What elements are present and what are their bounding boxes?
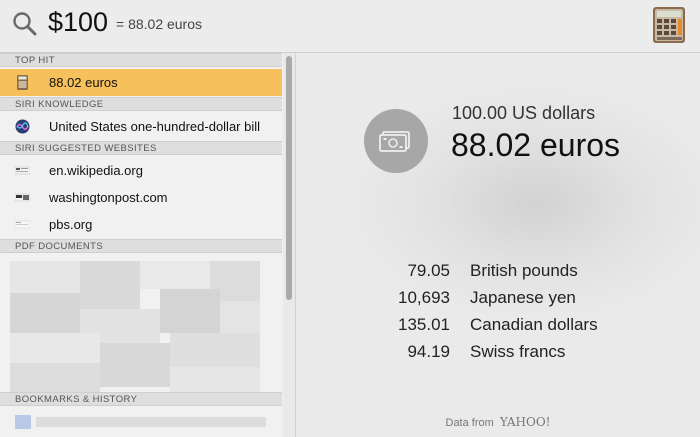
result-label: 88.02 euros	[49, 75, 118, 90]
conversion-row: 135.01 Canadian dollars	[296, 315, 700, 342]
search-bar: $100 = 88.02 euros	[0, 0, 700, 53]
website-thumbnail-icon	[15, 193, 30, 202]
conversion-value: 79.05	[407, 261, 450, 280]
results-list[interactable]: TOP HIT 88.02 euros SIRI KNOWLEDGE Unite…	[0, 53, 296, 437]
banknote-icon	[364, 109, 428, 173]
search-input[interactable]: $100	[48, 7, 108, 38]
result-label: United States one-hundred-dollar bill	[49, 119, 261, 134]
conversion-row: 10,693 Japanese yen	[296, 288, 700, 315]
conversion-currency: Swiss francs	[470, 342, 566, 361]
result-label: pbs.org	[49, 217, 93, 232]
result-row-website[interactable]: en.wikipedia.org	[0, 157, 282, 184]
yahoo-logo[interactable]: YAHOO!	[500, 415, 551, 429]
redacted-bookmark-title	[36, 417, 266, 427]
inline-result: = 88.02 euros	[116, 16, 203, 32]
conversion-value: 135.01	[398, 315, 450, 334]
section-header-top-hit: TOP HIT	[0, 53, 282, 67]
section-header-bookmarks-history: BOOKMARKS & HISTORY	[0, 392, 282, 406]
result-label: en.wikipedia.org	[49, 163, 143, 178]
result-row-siri-knowledge[interactable]: United States one-hundred-dollar bill	[0, 113, 282, 140]
section-header-pdf-documents: PDF DOCUMENTS	[0, 239, 282, 253]
calculator-icon	[653, 7, 685, 43]
conversion-row: 94.19 Swiss francs	[296, 342, 700, 369]
conversion-currency: Canadian dollars	[470, 315, 598, 334]
footer-prefix: Data from	[445, 417, 494, 429]
conversion-currency: British pounds	[470, 261, 578, 280]
magnifier-icon	[13, 12, 37, 36]
data-source-footer: Data from YAHOO!	[296, 415, 700, 429]
result-label: washingtonpost.com	[49, 190, 168, 205]
conversion-row: 79.05 British pounds	[296, 261, 700, 288]
result-row-website[interactable]: pbs.org	[0, 211, 282, 238]
preview-pane: 100.00 US dollars 88.02 euros 79.05 Brit…	[296, 53, 700, 437]
result-row-website[interactable]: washingtonpost.com	[0, 184, 282, 211]
redacted-pdf-results	[0, 257, 282, 398]
scrollbar-thumb[interactable]	[286, 56, 292, 300]
website-thumbnail-icon	[15, 166, 30, 175]
favicon-icon	[15, 415, 31, 429]
website-thumbnail-icon	[15, 220, 30, 229]
conversion-value: 10,693	[398, 288, 450, 307]
siri-icon	[15, 119, 30, 134]
result-row-top-hit[interactable]: 88.02 euros	[0, 69, 282, 96]
section-header-siri-websites: SIRI SUGGESTED WEBSITES	[0, 141, 282, 155]
source-amount: 100.00 US dollars	[452, 103, 596, 123]
conversion-value: 94.19	[407, 342, 450, 361]
converted-amount: 88.02 euros	[451, 127, 621, 163]
section-header-siri-knowledge: SIRI KNOWLEDGE	[0, 97, 282, 111]
result-row-bookmark[interactable]	[0, 408, 282, 435]
calculator-icon	[17, 75, 28, 90]
conversion-currency: Japanese yen	[470, 288, 576, 307]
